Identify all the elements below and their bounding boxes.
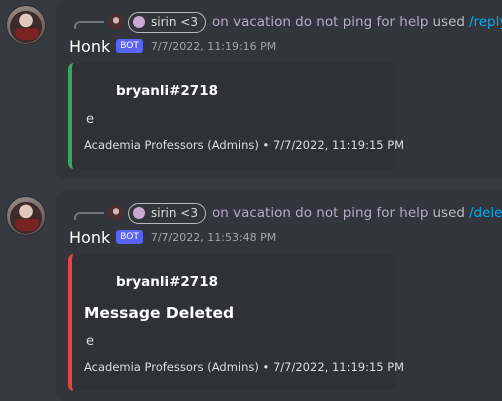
reply-preview[interactable]: sirin <3 on vacation do not ping for hel… xyxy=(108,11,502,33)
embed-footer: Academia Professors (Admins) • 7/7/2022,… xyxy=(84,360,405,374)
embed-card: bryanli#2718 e Academia Professors (Admi… xyxy=(68,63,404,169)
message-header: Honk BOT 7/7/2022, 11:53:48 PM xyxy=(69,226,276,248)
reply-used-label: used xyxy=(432,205,465,221)
author-avatar[interactable] xyxy=(6,196,46,236)
reply-preview[interactable]: sirin <3 on vacation do not ping for hel… xyxy=(108,202,502,224)
status-dot-icon xyxy=(133,16,145,28)
embed-footer: Academia Professors (Admins) • 7/7/2022,… xyxy=(84,138,405,152)
author-name[interactable]: Honk xyxy=(69,37,110,56)
author-avatar[interactable] xyxy=(6,5,46,45)
reply-user-pill[interactable]: sirin <3 xyxy=(128,202,206,224)
message-timestamp: 7/7/2022, 11:19:16 PM xyxy=(150,39,277,53)
reply-user-avatar xyxy=(108,205,124,221)
embed-card: bryanli#2718 Message Deleted e Academia … xyxy=(68,254,404,391)
message-header: Honk BOT 7/7/2022, 11:19:16 PM xyxy=(69,35,276,57)
reply-username: sirin <3 xyxy=(151,15,198,29)
reply-status-text: on vacation do not ping for help xyxy=(211,205,429,221)
reply-used-label: used xyxy=(432,14,465,30)
status-dot-icon xyxy=(133,207,145,219)
slash-command-link[interactable]: /delete xyxy=(469,205,502,221)
bot-badge: BOT xyxy=(116,230,143,244)
message-timestamp: 7/7/2022, 11:53:48 PM xyxy=(150,230,277,244)
reply-connector xyxy=(74,212,104,220)
reply-username: sirin <3 xyxy=(151,206,198,220)
reply-user-pill[interactable]: sirin <3 xyxy=(128,11,206,33)
embed-description: e xyxy=(86,112,94,127)
embed-description: e xyxy=(86,334,94,349)
embed-title: Message Deleted xyxy=(84,304,235,322)
slash-command-link[interactable]: /reply xyxy=(469,14,502,30)
embed-author: bryanli#2718 xyxy=(116,274,218,290)
reply-connector xyxy=(74,21,104,29)
reply-status-text: on vacation do not ping for help xyxy=(211,14,429,30)
reply-user-avatar xyxy=(108,14,124,30)
author-name[interactable]: Honk xyxy=(69,228,110,247)
bot-badge: BOT xyxy=(116,39,143,53)
embed-author: bryanli#2718 xyxy=(116,83,218,99)
